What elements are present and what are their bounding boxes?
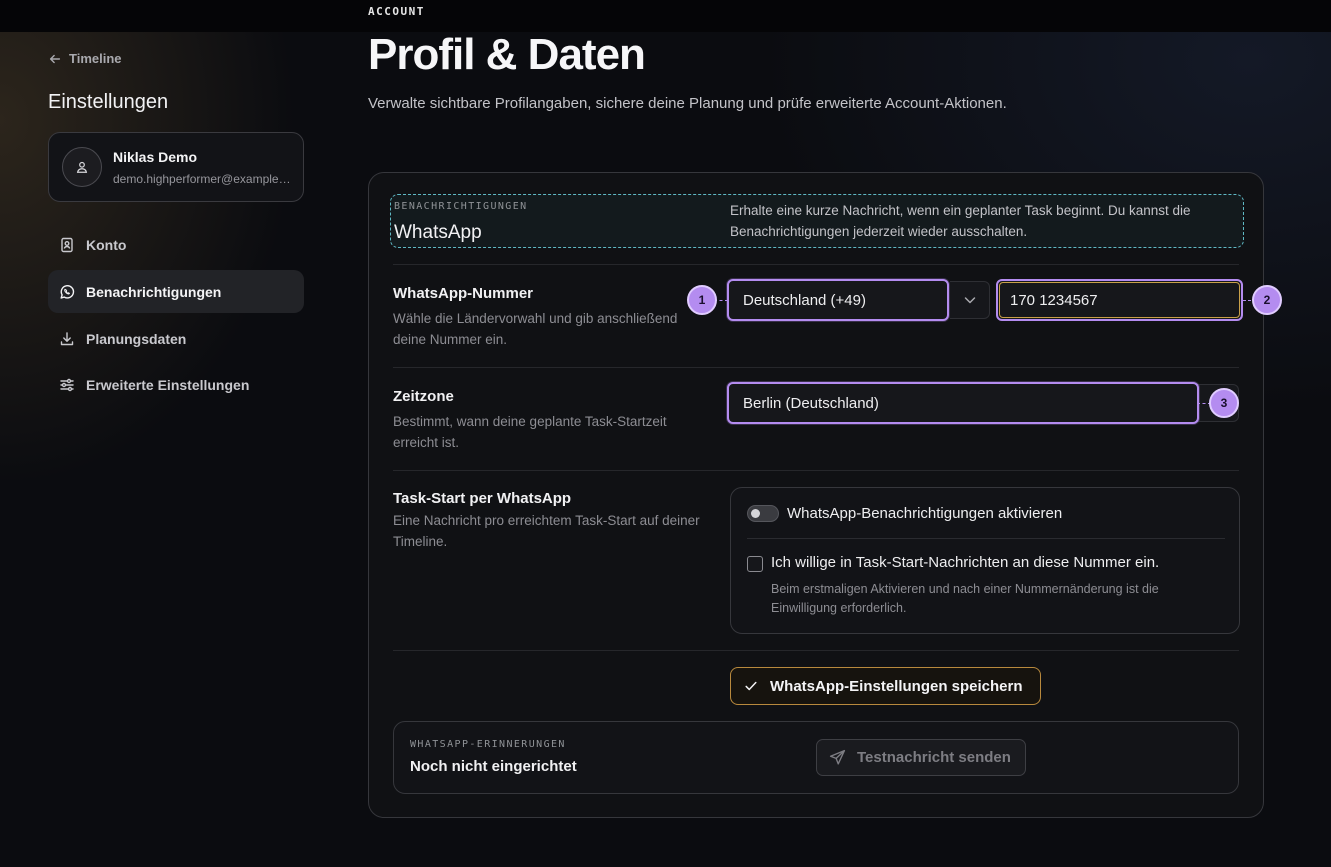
phone-row-title: WhatsApp-Nummer [393,285,534,302]
consent-label[interactable]: Ich willige in Task-Start-Nachrichten an… [771,554,1159,571]
sidebar-title: Einstellungen [48,91,169,113]
country-code-value: Deutschland (+49) [743,291,866,309]
sidebar-item-benachrichtigungen[interactable]: Benachrichtigungen [48,270,304,313]
toggle-knob [751,509,760,518]
timezone-value: Berlin (Deutschland) [743,394,879,412]
section-title: WhatsApp [394,222,482,243]
consent-checkbox[interactable] [747,556,763,572]
sidebar-item-label: Erweiterte Einstellungen [86,376,250,393]
sidebar-item-label: Konto [86,236,127,253]
section-eyebrow: BENACHRICHTIGUNGEN [394,201,528,212]
phone-row-description: Wähle die Ländervorwahl und gib anschlie… [393,311,678,347]
phone-number-input[interactable] [996,279,1243,321]
arrow-left-icon [49,54,61,63]
timezone-select[interactable]: Berlin (Deutschland) [727,382,1199,424]
download-icon [60,331,74,345]
back-to-timeline-link[interactable]: Timeline [48,51,122,66]
sidebar-item-label: Benachrichtigungen [86,283,222,300]
profile-name: Niklas Demo [113,149,198,165]
reminders-card: WHATSAPP-ERINNERUNGEN Noch nicht eingeri… [393,721,1239,794]
reminders-eyebrow: WHATSAPP-ERINNERUNGEN [410,739,566,750]
reminders-status: Noch nicht eingerichtet [410,758,577,775]
test-button-label: Testnachricht senden [857,749,1011,766]
divider [747,538,1225,539]
step-marker-2: 2 [1252,285,1282,315]
profile-email: demo.highperformer@example.com [113,172,293,186]
whatsapp-icon [60,284,75,299]
whatsapp-options-card: WhatsApp-Benachrichtigungen aktivieren I… [730,487,1240,634]
save-whatsapp-settings-button[interactable]: WhatsApp-Einstellungen speichern [730,667,1041,705]
divider [393,367,1239,368]
sidebar-item-planungsdaten[interactable]: Planungsdaten [48,317,304,360]
top-bar [0,0,1331,32]
divider [393,650,1239,651]
section-header: BENACHRICHTIGUNGEN WhatsApp Erhalte eine… [390,194,1244,248]
chevron-down-icon [964,297,975,304]
avatar [62,147,102,187]
check-icon [745,681,757,691]
user-icon [76,161,88,173]
country-dropdown-button[interactable] [950,281,990,319]
divider [393,470,1239,471]
sidebar-item-label: Planungsdaten [86,330,187,347]
step-marker-1: 1 [687,285,717,315]
send-test-message-button[interactable]: Testnachricht senden [816,739,1026,776]
page-title: Profil & Daten [368,30,646,79]
step-marker-3: 3 [1209,388,1239,418]
page-eyebrow: ACCOUNT [368,5,425,18]
page-description: Verwalte sichtbare Profilangaben, sicher… [368,95,1007,112]
back-link-label: Timeline [69,51,122,66]
save-button-label: WhatsApp-Einstellungen speichern [770,677,1023,695]
phone-number-field[interactable] [1010,291,1241,309]
timezone-row-description: Bestimmt, wann deine geplante Task-Start… [393,414,667,450]
task-row-title: Task-Start per WhatsApp [393,490,572,507]
consent-hint: Beim erstmaligen Aktivieren und nach ein… [771,582,1159,615]
notifications-panel: BENACHRICHTIGUNGEN WhatsApp Erhalte eine… [368,172,1282,818]
country-code-select[interactable]: Deutschland (+49) [727,279,949,321]
sidebar-item-erweiterte-einstellungen[interactable]: Erweiterte Einstellungen [48,363,304,406]
toggle-label: WhatsApp-Benachrichtigungen aktivieren [787,505,1063,522]
send-icon [829,749,846,765]
task-row-description: Eine Nachricht pro erreichtem Task-Start… [393,513,700,549]
divider [393,264,1239,265]
timezone-row-title: Zeitzone [393,388,454,405]
sidebar-item-konto[interactable]: Konto [48,223,304,266]
section-description: Erhalte eine kurze Nachricht, wenn ein g… [730,203,1191,239]
profile-card[interactable]: Niklas Demo demo.highperformer@example.c… [48,132,304,202]
notifications-toggle[interactable] [747,505,779,522]
sliders-icon [60,378,74,391]
contact-card-icon [61,237,73,252]
